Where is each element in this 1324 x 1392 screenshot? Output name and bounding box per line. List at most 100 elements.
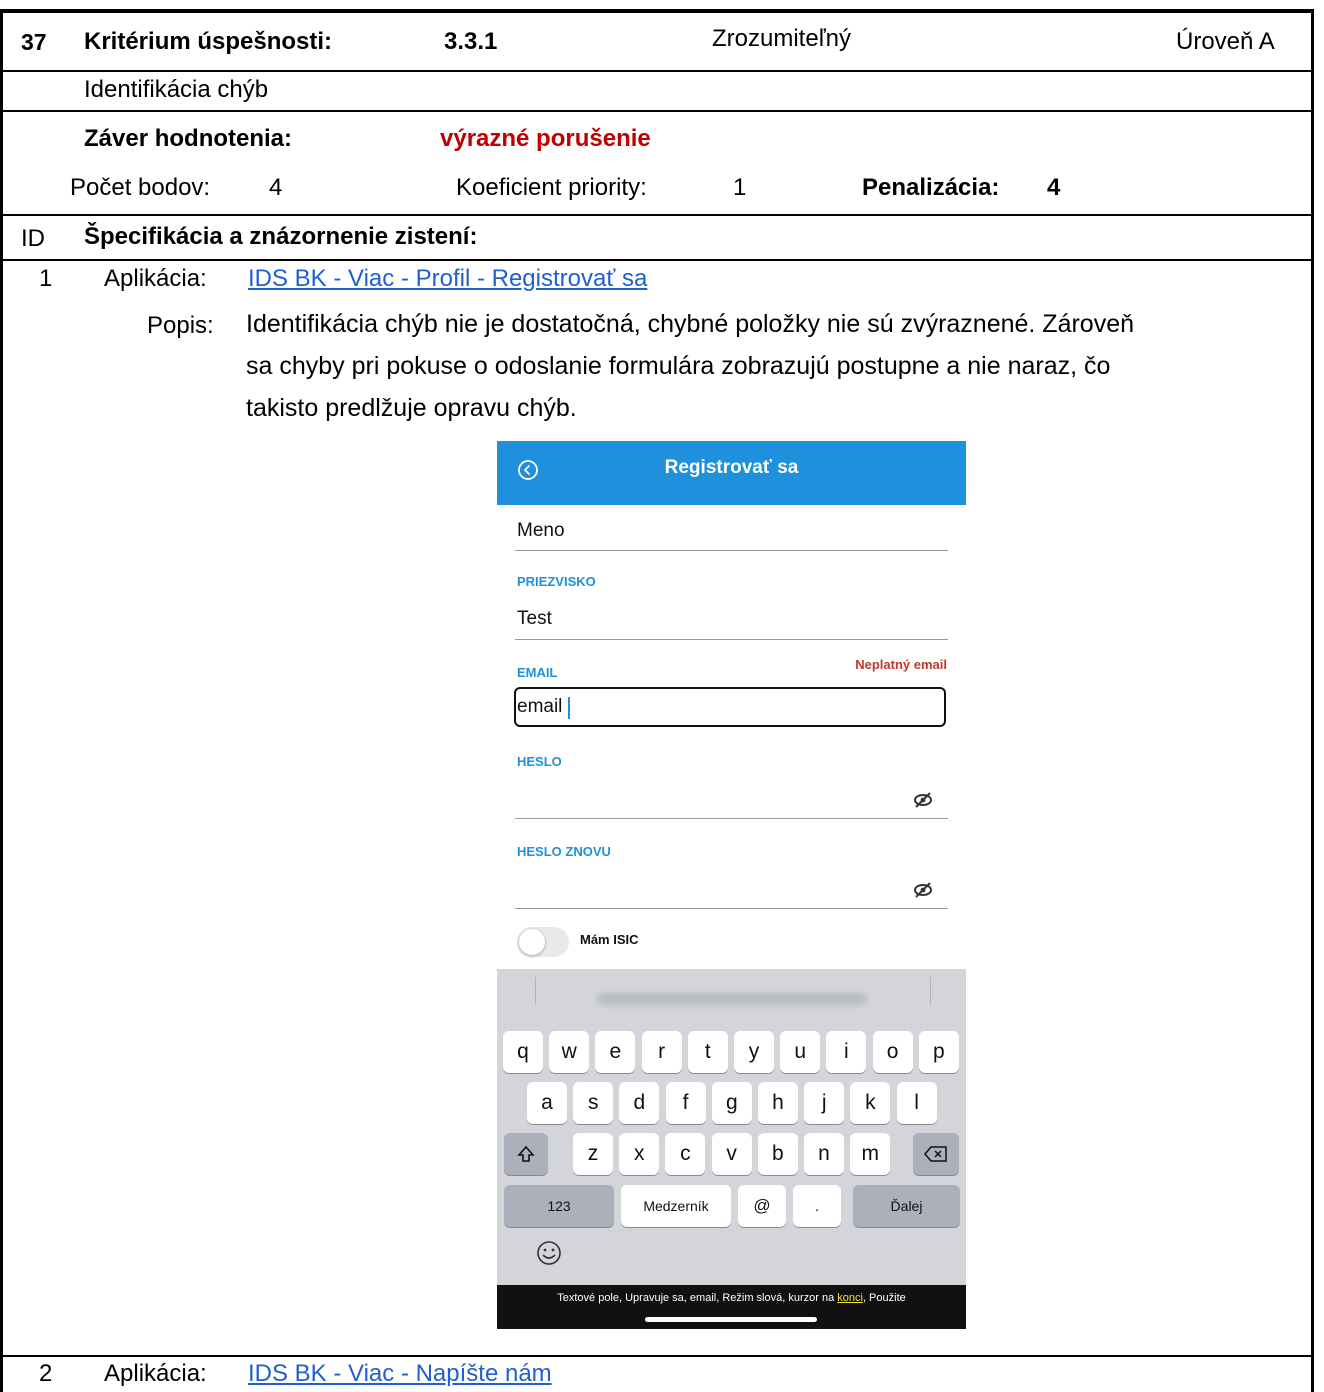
key-p: p	[918, 1031, 959, 1073]
key-q: q	[503, 1031, 543, 1073]
app-link[interactable]: IDS BK - Viac - Napíšte nám	[248, 1359, 552, 1389]
criterion-label: Kritérium úspešnosti:	[84, 28, 333, 55]
home-indicator	[645, 1317, 817, 1322]
findings-title: Špecifikácia a znázornenie zistení:	[84, 223, 478, 250]
frame-right	[1311, 9, 1314, 1392]
voiceover-text: Textové pole, Upravuje sa, email, Režim …	[557, 1292, 838, 1304]
backspace-key	[913, 1133, 959, 1175]
dot-key: .	[793, 1185, 841, 1227]
divider	[0, 259, 1313, 261]
key-j: j	[804, 1082, 845, 1124]
eye-slash-icon	[914, 882, 932, 898]
key-l: l	[896, 1082, 937, 1124]
priority-value: 1	[733, 174, 747, 201]
level: Úroveň A	[1176, 28, 1275, 55]
description-label: Popis:	[147, 312, 214, 339]
key-b: b	[757, 1133, 798, 1175]
key-d: d	[619, 1082, 660, 1124]
app-label: Aplikácia:	[104, 1360, 207, 1387]
email-error: Neplatný email	[855, 657, 947, 672]
voiceover-highlight: konci	[837, 1292, 863, 1304]
app-screenshot: Registrovať sa Meno PRIEZVISKO Test EMAI…	[497, 441, 966, 1329]
finding-id: 2	[39, 1360, 53, 1387]
conclusion-label: Záver hodnotenia:	[84, 125, 293, 152]
key-x: x	[619, 1133, 660, 1175]
first-name-field: Meno	[517, 520, 565, 541]
blurred-suggestion	[597, 993, 867, 1005]
email-value: email	[517, 696, 563, 717]
penalty-value: 4	[1047, 174, 1061, 201]
isic-toggle	[517, 927, 569, 957]
voiceover-text-end: , Použite	[862, 1292, 906, 1304]
key-a: a	[527, 1082, 567, 1124]
criterion-code: 3.3.1	[444, 28, 498, 55]
conclusion-value: výrazné porušenie	[440, 125, 651, 152]
eye-slash-icon	[914, 792, 932, 808]
field-underline	[515, 550, 948, 551]
key-m: m	[850, 1133, 891, 1175]
suggestion-divider	[930, 977, 931, 1005]
key-n: n	[804, 1133, 844, 1175]
voiceover-caption: Textové pole, Upravuje sa, email, Režim …	[497, 1285, 966, 1329]
email-input: email	[514, 687, 946, 727]
frame-left	[0, 9, 3, 1392]
priority-label: Koeficient priority:	[456, 174, 647, 201]
key-c: c	[665, 1133, 706, 1175]
frame-top	[0, 9, 1313, 13]
text-caret	[568, 697, 570, 719]
surname-label: PRIEZVISKO	[517, 574, 596, 589]
description-line: takisto predlžuje opravu chýb.	[246, 394, 577, 422]
isic-label: Mám ISIC	[580, 932, 639, 947]
key-v: v	[711, 1133, 752, 1175]
key-r: r	[641, 1031, 682, 1073]
id-column-label: ID	[21, 225, 45, 252]
app-label: Aplikácia:	[104, 265, 207, 292]
description-line: Identifikácia chýb nie je dostatočná, ch…	[246, 310, 1135, 338]
divider	[0, 110, 1313, 112]
email-label: EMAIL	[517, 665, 558, 680]
field-underline	[515, 639, 948, 640]
key-s: s	[573, 1082, 614, 1124]
space-key: Medzerník	[621, 1185, 731, 1227]
shift-key	[504, 1133, 548, 1175]
password-again-label: HESLO ZNOVU	[517, 844, 611, 859]
surname-field: Test	[517, 608, 552, 629]
screen-header: Registrovať sa	[497, 441, 966, 505]
emoji-icon	[537, 1241, 561, 1265]
divider	[0, 214, 1313, 216]
password-label: HESLO	[517, 754, 562, 769]
screen-title: Registrovať sa	[664, 457, 799, 478]
principle: Zrozumiteľný	[712, 25, 852, 52]
key-g: g	[711, 1082, 752, 1124]
key-u: u	[780, 1031, 821, 1073]
key-k: k	[850, 1082, 891, 1124]
points-label: Počet bodov:	[70, 174, 211, 201]
suggestion-divider	[535, 977, 536, 1005]
key-e: e	[595, 1031, 636, 1073]
key-t: t	[687, 1031, 728, 1073]
key-o: o	[872, 1031, 913, 1073]
criterion-number: 37	[21, 29, 47, 55]
key-h: h	[758, 1082, 798, 1124]
divider	[0, 70, 1313, 72]
next-key: Ďalej	[853, 1185, 960, 1227]
at-key: @	[738, 1185, 786, 1227]
field-underline	[515, 818, 948, 819]
shift-icon	[517, 1145, 535, 1162]
finding-id: 1	[39, 265, 53, 292]
key-z: z	[573, 1133, 613, 1175]
key-f: f	[665, 1082, 706, 1124]
toggle-knob	[519, 929, 545, 955]
criterion-name: Identifikácia chýb	[84, 76, 269, 103]
key-y: y	[734, 1031, 774, 1073]
app-link[interactable]: IDS BK - Viac - Profil - Registrovať sa	[248, 264, 647, 294]
on-screen-keyboard: qwertyuiop asdfghjkl zxcvbnm 123 Medzern…	[497, 969, 966, 1329]
points-value: 4	[269, 174, 283, 201]
backspace-icon	[924, 1146, 947, 1162]
description-line: sa chyby pri pokuse o odoslanie formulár…	[246, 352, 1111, 380]
key-i: i	[826, 1031, 867, 1073]
penalty-label: Penalizácia:	[862, 174, 1000, 201]
numbers-key: 123	[504, 1185, 614, 1227]
divider	[0, 1355, 1313, 1357]
field-underline	[515, 908, 948, 909]
